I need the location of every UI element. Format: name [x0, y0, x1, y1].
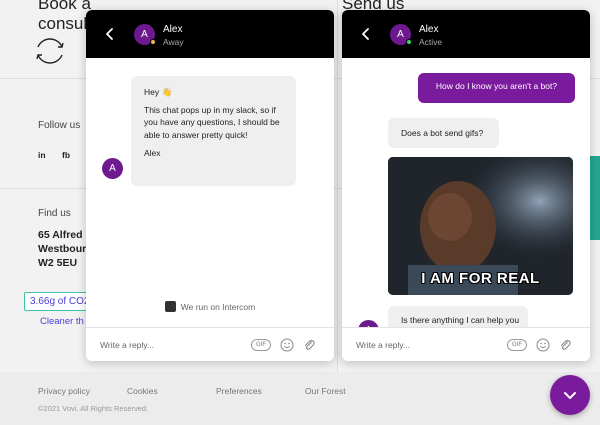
gif-image[interactable]: I AM FOR REAL — [388, 157, 573, 295]
gif-button[interactable]: GIF — [251, 339, 271, 351]
message-avatar: A — [102, 158, 123, 179]
find-us-label: Find us — [38, 208, 71, 219]
user-message-bubble: How do I know you aren't a bot? — [418, 73, 575, 103]
agent-message-bubble: Does a bot send gifs? — [388, 118, 499, 148]
address-line-1: 65 Alfred — [38, 229, 83, 241]
reply-input[interactable] — [100, 336, 245, 354]
divider — [337, 0, 338, 372]
smiley-icon[interactable] — [536, 338, 550, 352]
smiley-icon[interactable] — [280, 338, 294, 352]
message-greeting: Hey 👋 — [144, 87, 173, 97]
follow-us-label: Follow us — [38, 120, 81, 131]
copyright: ©2021 Vovi. All Rights Reserved. — [38, 404, 149, 413]
refresh-logo-icon — [36, 38, 64, 64]
agent-name: Alex — [163, 24, 183, 35]
agent-name: Alex — [419, 24, 439, 35]
heading-book-a-consult-line2: consult — [38, 14, 92, 33]
powered-by-intercom[interactable]: We run on Intercom — [86, 301, 334, 312]
gif-caption: I AM FOR REAL — [421, 270, 540, 287]
intercom-logo-icon — [164, 301, 176, 312]
message-signature: Alex — [144, 148, 161, 158]
co2-badge: 3.66g of CO2 — [24, 292, 90, 311]
chat-header: A Alex Away — [86, 10, 334, 58]
status-dot-active — [406, 39, 412, 45]
reply-composer: GIF — [342, 327, 590, 361]
footer-preferences-link[interactable]: Preferences — [216, 386, 262, 396]
chat-header: A Alex Active — [342, 10, 590, 58]
facebook-link[interactable]: fb — [62, 150, 70, 160]
chevron-left-icon[interactable] — [356, 24, 376, 44]
address-line-2: Westbour — [38, 243, 87, 255]
messenger-launcher-button[interactable] — [550, 375, 590, 415]
footer: Privacy policy Cookies Preferences Our F… — [0, 372, 600, 425]
powered-by-label: We run on Intercom — [180, 302, 256, 312]
heading-book-a-consult: Book a — [38, 0, 91, 13]
status-dot-away — [150, 39, 156, 45]
paperclip-icon[interactable] — [302, 338, 316, 352]
cleaner-link[interactable]: Cleaner th — [40, 316, 84, 327]
chat-panel-left: A Alex Away Hey 👋 This chat pops up in m… — [86, 10, 334, 361]
chevron-left-icon[interactable] — [100, 24, 120, 44]
footer-cookies-link[interactable]: Cookies — [127, 386, 158, 396]
reply-input[interactable] — [356, 336, 501, 354]
agent-message-bubble: Hey 👋 This chat pops up in my slack, so … — [131, 76, 296, 186]
agent-status: Away — [163, 37, 184, 47]
agent-status: Active — [419, 37, 443, 47]
address-line-3: W2 5EU — [38, 257, 78, 269]
footer-our-forest-link[interactable]: Our Forest — [305, 386, 346, 396]
message-body: This chat pops up in my slack, so if you… — [144, 104, 280, 140]
chat-panel-right: A Alex Active How do I know you aren't a… — [342, 10, 590, 361]
linkedin-link[interactable]: in — [38, 150, 46, 160]
gif-button[interactable]: GIF — [507, 339, 527, 351]
paperclip-icon[interactable] — [558, 338, 572, 352]
chevron-down-icon — [564, 392, 576, 399]
footer-privacy-link[interactable]: Privacy policy — [38, 386, 90, 396]
reply-composer: GIF — [86, 327, 334, 361]
